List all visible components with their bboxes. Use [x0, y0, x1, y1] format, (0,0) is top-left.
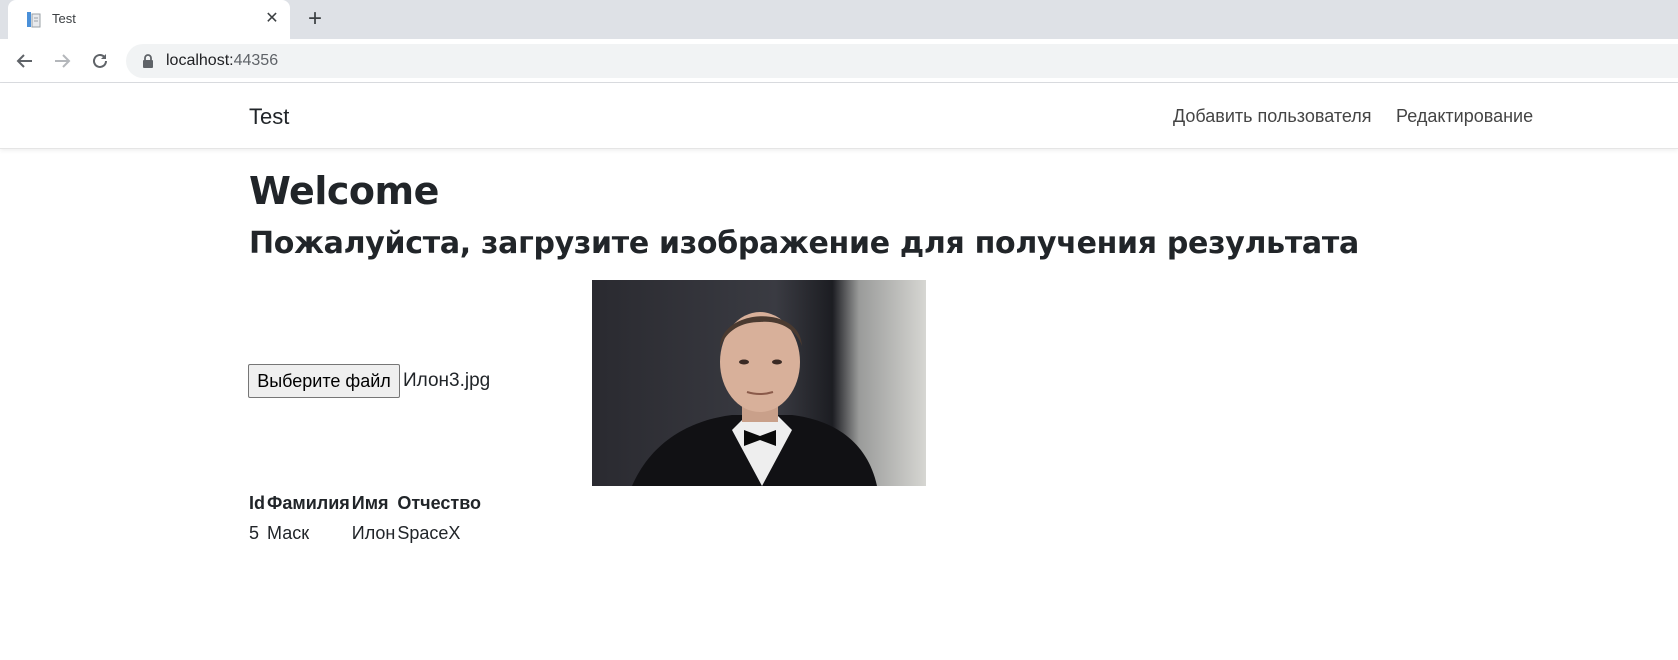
table-cell-id: 5 — [249, 522, 260, 543]
choose-file-button[interactable]: Выберите файл — [248, 364, 400, 398]
nav-link-add-user[interactable]: Добавить пользователя — [1173, 106, 1372, 127]
table-row: 5 Маск Илон SpaceX — [249, 516, 483, 550]
site-navbar: Test Добавить пользователя Редактировани… — [0, 83, 1678, 149]
url-host: localhost: — [166, 52, 234, 69]
column-header-patronymic: Отчество — [397, 492, 482, 513]
table-cell-surname: Маск — [267, 522, 310, 543]
url-port: 44356 — [233, 52, 279, 69]
column-header-surname: Фамилия — [267, 492, 350, 513]
browser-toolbar: localhost:44356 — [0, 39, 1678, 83]
table-cell-name: Илон — [351, 522, 396, 543]
table-cell-patronymic: SpaceX — [397, 522, 461, 543]
arrow-right-icon — [55, 54, 71, 68]
page-icon — [27, 12, 41, 28]
site-brand[interactable]: Test — [249, 104, 289, 130]
arrow-left-icon — [16, 54, 32, 68]
address-bar[interactable]: localhost:44356 — [126, 44, 1678, 78]
forward-button[interactable] — [48, 48, 76, 74]
table-header-row: Id Фамилия Имя Отчество — [249, 490, 483, 516]
new-tab-button[interactable]: + — [302, 6, 328, 32]
url-text: localhost:44356 — [166, 52, 278, 70]
browser-tab[interactable]: Test ✕ — [8, 0, 290, 39]
browser-tab-strip: Test ✕ + — [0, 0, 1678, 39]
close-icon[interactable]: ✕ — [262, 8, 282, 30]
page-subtitle: Пожалуйста, загрузите изображение для по… — [249, 226, 1359, 261]
reload-icon — [93, 53, 107, 68]
tab-title: Test — [52, 11, 76, 26]
page-title: Welcome — [249, 169, 439, 213]
lock-icon — [143, 54, 153, 68]
reload-button[interactable] — [86, 48, 114, 74]
nav-link-edit[interactable]: Редактирование — [1396, 106, 1533, 127]
column-header-name: Имя — [351, 492, 389, 513]
back-button[interactable] — [11, 48, 39, 74]
uploaded-photo — [592, 280, 926, 486]
selected-file-name: Илон3.jpg — [403, 370, 491, 391]
column-header-id: Id — [249, 492, 265, 513]
users-table: Id Фамилия Имя Отчество 5 Маск Илон Spac… — [249, 490, 483, 550]
